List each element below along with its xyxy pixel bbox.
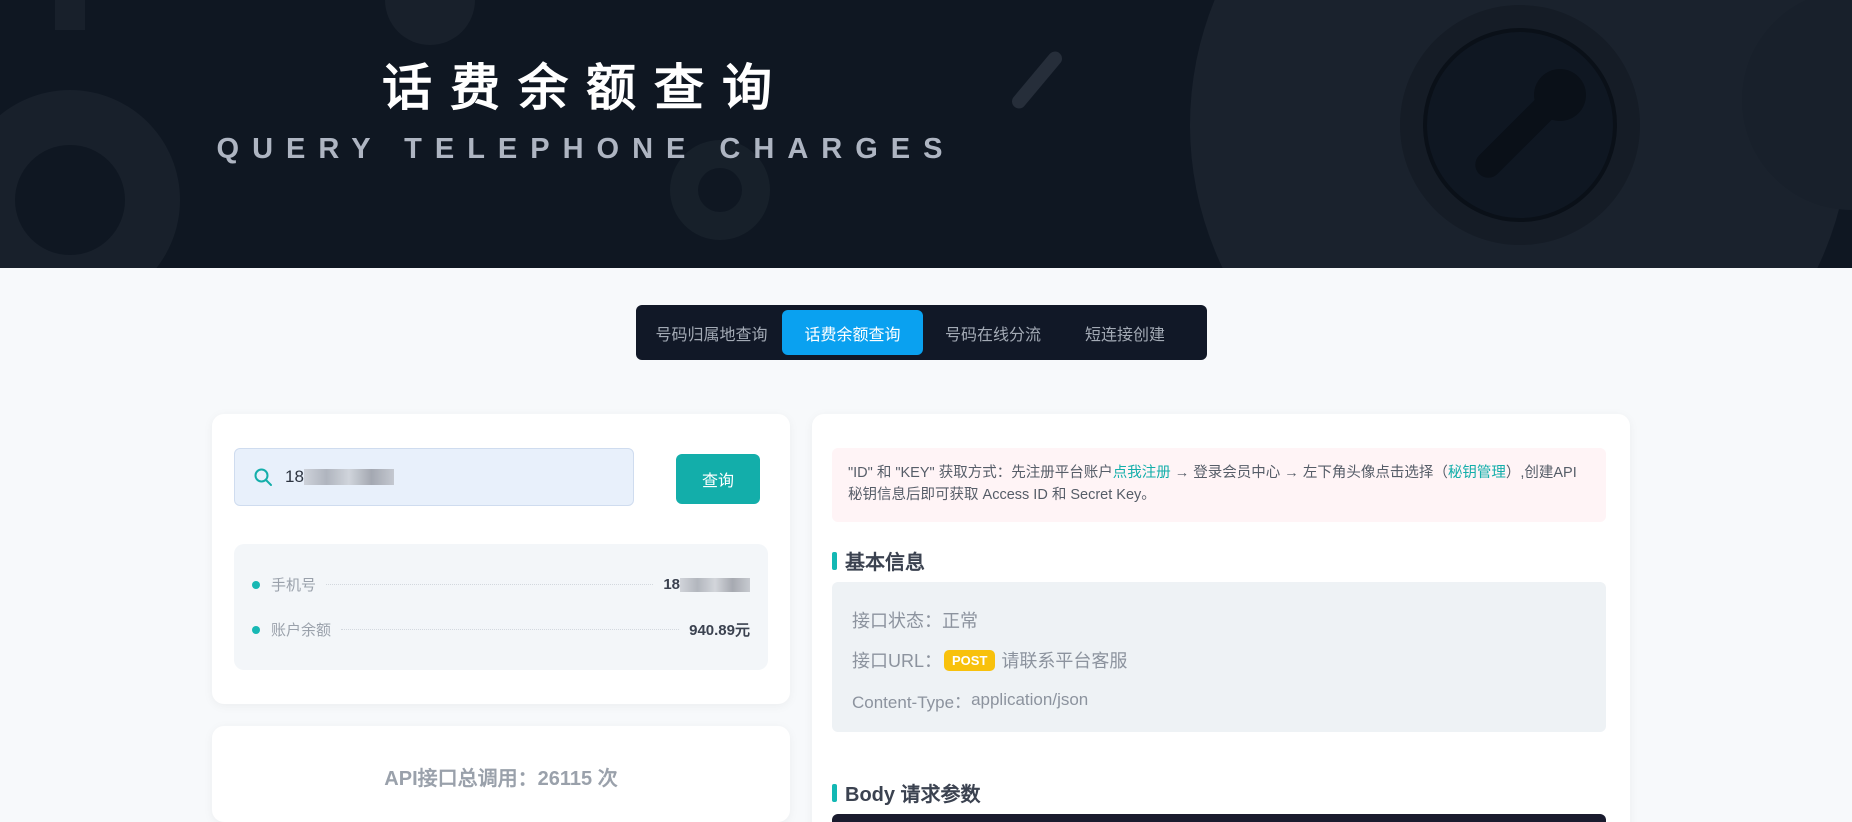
header-banner: 话费余额查询 QUERY TELEPHONE CHARGES xyxy=(0,0,1852,268)
result-row-phone: 手机号 18 xyxy=(252,562,750,607)
query-button[interactable]: 查询 xyxy=(676,454,760,504)
dotted-leader xyxy=(341,629,680,630)
url-row: 接口URL： POST 请联系平台客服 xyxy=(852,640,1586,680)
balance-value: 940.89元 xyxy=(689,622,750,639)
section-marker xyxy=(832,551,837,570)
code-block xyxy=(832,814,1606,822)
phone-label: 手机号 xyxy=(271,577,317,594)
content-type-label: Content-Type： xyxy=(852,692,972,712)
api-info-card: "ID" 和 "KEY" 获取方式：先注册平台账户点我注册 → 登录会员中心 →… xyxy=(812,414,1630,822)
search-field[interactable]: 18 xyxy=(234,448,634,506)
tab-number-diversion[interactable]: 号码在线分流 xyxy=(923,310,1063,355)
tab-balance-query[interactable]: 话费余额查询 xyxy=(782,310,923,355)
search-icon xyxy=(254,468,272,486)
result-panel: 手机号 18 账户余额 940.89元 xyxy=(234,544,768,670)
notice-text: → 登录会员中心 → 左下角头像点击选择（ xyxy=(1170,465,1448,481)
stats-card: API接口总调用：26115 次 xyxy=(212,726,790,822)
api-call-count: API接口总调用：26115 次 xyxy=(384,768,618,790)
search-input[interactable]: 18 xyxy=(285,467,304,487)
register-link[interactable]: 点我注册 xyxy=(1113,465,1171,481)
basic-info-panel: 接口状态： 正常 接口URL： POST 请联系平台客服 Content-Typ… xyxy=(832,582,1606,732)
phone-value: 18 xyxy=(663,576,750,593)
redacted-mask xyxy=(303,469,394,485)
page-title: 话费余额查询 xyxy=(382,60,790,116)
search-card: 18 查询 手机号 18 账户余额 940.89元 xyxy=(212,414,790,704)
content-type-row: Content-Type： application/json xyxy=(852,680,1586,720)
url-value: 请联系平台客服 xyxy=(1001,651,1128,671)
body-params-heading: Body 请求参数 xyxy=(832,778,981,807)
tab-short-link[interactable]: 短连接创建 xyxy=(1063,310,1187,355)
section-marker xyxy=(832,783,837,802)
key-manage-link[interactable]: 秘钥管理 xyxy=(1448,465,1506,481)
basic-info-title: 基本信息 xyxy=(845,552,925,574)
notice-text: "ID" 和 "KEY" 获取方式：先注册平台账户 xyxy=(848,465,1113,481)
bullet-dot xyxy=(252,625,260,634)
tab-location-query[interactable]: 号码归属地查询 xyxy=(641,310,782,355)
result-row-balance: 账户余额 940.89元 xyxy=(252,607,750,652)
body-params-title: Body 请求参数 xyxy=(845,784,981,806)
method-badge: POST xyxy=(944,649,996,671)
balance-label: 账户余额 xyxy=(271,622,332,639)
bullet-dot xyxy=(252,580,260,589)
content-type-value: application/json xyxy=(971,690,1089,709)
status-row: 接口状态： 正常 xyxy=(852,600,1586,640)
url-label: 接口URL： xyxy=(852,651,943,671)
page-subtitle: QUERY TELEPHONE CHARGES xyxy=(216,133,956,165)
status-label: 接口状态： xyxy=(852,611,942,631)
key-notice: "ID" 和 "KEY" 获取方式：先注册平台账户点我注册 → 登录会员中心 →… xyxy=(832,448,1606,522)
status-value: 正常 xyxy=(942,611,978,631)
dotted-leader xyxy=(326,584,654,585)
basic-info-heading: 基本信息 xyxy=(832,546,925,575)
tab-bar: 号码归属地查询 话费余额查询 号码在线分流 短连接创建 xyxy=(636,305,1207,360)
